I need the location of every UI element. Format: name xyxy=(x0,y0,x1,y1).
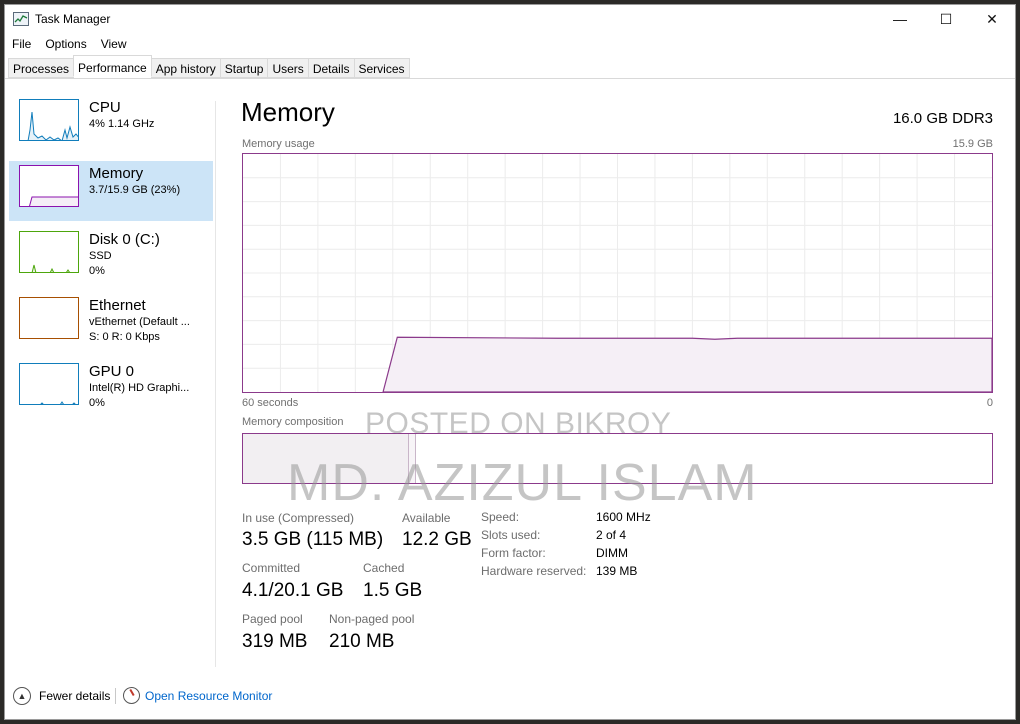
tab-bar: Processes Performance App history Startu… xyxy=(5,55,1015,79)
form-factor-value: DIMM xyxy=(596,546,628,560)
maximize-icon: ☐ xyxy=(939,10,953,27)
fewer-details-button[interactable]: Fewer details xyxy=(39,689,110,703)
menu-bar: File Options View xyxy=(5,35,134,55)
memory-usage-label: Memory usage xyxy=(242,138,315,150)
in-use-value: 3.5 GB (115 MB) xyxy=(242,529,384,550)
memory-composition-label: Memory composition xyxy=(242,416,344,428)
memory-summary: 3.7/15.9 GB (23%) xyxy=(89,184,181,196)
disk-usage: 0% xyxy=(89,265,105,277)
resource-sidebar: CPU 4% 1.14 GHz Memory 3.7/15.9 GB (23%)… xyxy=(9,95,213,425)
slots-used-value: 2 of 4 xyxy=(596,528,627,542)
disk-thumbnail-graph xyxy=(19,231,79,273)
form-factor-label: Form factor: xyxy=(481,546,546,560)
composition-standby xyxy=(415,434,475,483)
hardware-reserved-value: 139 MB xyxy=(596,564,638,578)
composition-in-use xyxy=(243,434,408,483)
tab-app-history[interactable]: App history xyxy=(150,58,221,78)
sidebar-item-label: GPU 0 xyxy=(89,363,135,380)
in-use-label: In use (Compressed) xyxy=(242,511,355,525)
sidebar-item-disk[interactable]: Disk 0 (C:) SSD 0% xyxy=(9,227,213,287)
cached-label: Cached xyxy=(363,561,405,575)
composition-modified xyxy=(407,434,416,483)
close-button[interactable]: ✕ xyxy=(969,5,1015,33)
task-manager-icon xyxy=(13,12,29,26)
disk-type: SSD xyxy=(89,250,112,262)
tab-processes[interactable]: Processes xyxy=(8,58,75,78)
sidebar-item-label: Memory xyxy=(89,165,144,182)
committed-value: 4.1/20.1 GB xyxy=(242,580,344,601)
memory-spec: 16.0 GB DDR3 xyxy=(892,110,993,127)
page-title: Memory xyxy=(241,97,335,127)
memory-usage-series xyxy=(382,336,992,392)
open-resource-monitor-link[interactable]: Open Resource Monitor xyxy=(145,689,272,703)
available-label: Available xyxy=(402,511,451,525)
paged-pool-label: Paged pool xyxy=(242,612,303,626)
available-value: 12.2 GB xyxy=(402,529,472,550)
ethernet-adapter: vEthernet (Default ... xyxy=(89,316,190,328)
footer-separator xyxy=(115,688,116,704)
ethernet-thumbnail-graph xyxy=(19,297,79,339)
memory-thumbnail-graph xyxy=(19,165,79,207)
gpu-model: Intel(R) HD Graphi... xyxy=(89,382,190,394)
tab-startup[interactable]: Startup xyxy=(219,58,269,78)
memory-usage-max: 15.9 GB xyxy=(952,138,993,150)
sidebar-item-gpu[interactable]: GPU 0 Intel(R) HD Graphi... 0% xyxy=(9,359,213,419)
gpu-usage: 0% xyxy=(89,397,105,409)
menu-view[interactable]: View xyxy=(94,35,134,55)
menu-options[interactable]: Options xyxy=(38,35,93,55)
minimize-icon: — xyxy=(893,11,907,27)
time-axis-end: 0 xyxy=(986,397,993,409)
chevron-up-icon[interactable]: ▲ xyxy=(13,687,31,705)
sidebar-item-label: Disk 0 (C:) xyxy=(89,231,160,248)
gpu-thumbnail-graph xyxy=(19,363,79,405)
tab-services[interactable]: Services xyxy=(353,58,410,78)
tab-users[interactable]: Users xyxy=(267,58,309,78)
non-paged-pool-value: 210 MB xyxy=(329,631,395,652)
footer: ▲ Fewer details Open Resource Monitor xyxy=(5,683,1015,713)
memory-composition-bar xyxy=(242,433,993,484)
maximize-button[interactable]: ☐ xyxy=(923,5,969,33)
paged-pool-value: 319 MB xyxy=(242,631,308,652)
sidebar-divider xyxy=(215,101,216,667)
task-manager-window: Task Manager — ☐ ✕ File Options View Pro… xyxy=(4,4,1016,720)
title-bar[interactable]: Task Manager — ☐ ✕ xyxy=(5,5,1015,33)
hardware-reserved-label: Hardware reserved: xyxy=(481,564,587,578)
menu-file[interactable]: File xyxy=(5,35,38,55)
cpu-thumbnail-graph xyxy=(19,99,79,141)
sidebar-item-label: Ethernet xyxy=(89,297,146,314)
sidebar-item-cpu[interactable]: CPU 4% 1.14 GHz xyxy=(9,95,213,155)
window-title: Task Manager xyxy=(35,12,111,26)
cached-value: 1.5 GB xyxy=(363,580,423,601)
speed-value: 1600 MHz xyxy=(596,510,651,524)
sidebar-item-label: CPU xyxy=(89,99,121,116)
time-axis-start: 60 seconds xyxy=(242,397,299,409)
resource-monitor-icon xyxy=(123,687,140,704)
memory-usage-graph xyxy=(242,153,993,393)
close-icon: ✕ xyxy=(986,10,998,27)
cpu-summary: 4% 1.14 GHz xyxy=(89,118,155,130)
minimize-button[interactable]: — xyxy=(877,5,923,33)
sidebar-item-ethernet[interactable]: Ethernet vEthernet (Default ... S: 0 R: … xyxy=(9,293,213,353)
tab-details[interactable]: Details xyxy=(307,58,355,78)
ethernet-throughput: S: 0 R: 0 Kbps xyxy=(89,331,160,343)
non-paged-pool-label: Non-paged pool xyxy=(329,612,415,626)
sidebar-item-memory[interactable]: Memory 3.7/15.9 GB (23%) xyxy=(9,161,213,221)
slots-used-label: Slots used: xyxy=(481,528,541,542)
committed-label: Committed xyxy=(242,561,301,575)
tab-performance[interactable]: Performance xyxy=(73,55,152,77)
speed-label: Speed: xyxy=(481,510,520,524)
